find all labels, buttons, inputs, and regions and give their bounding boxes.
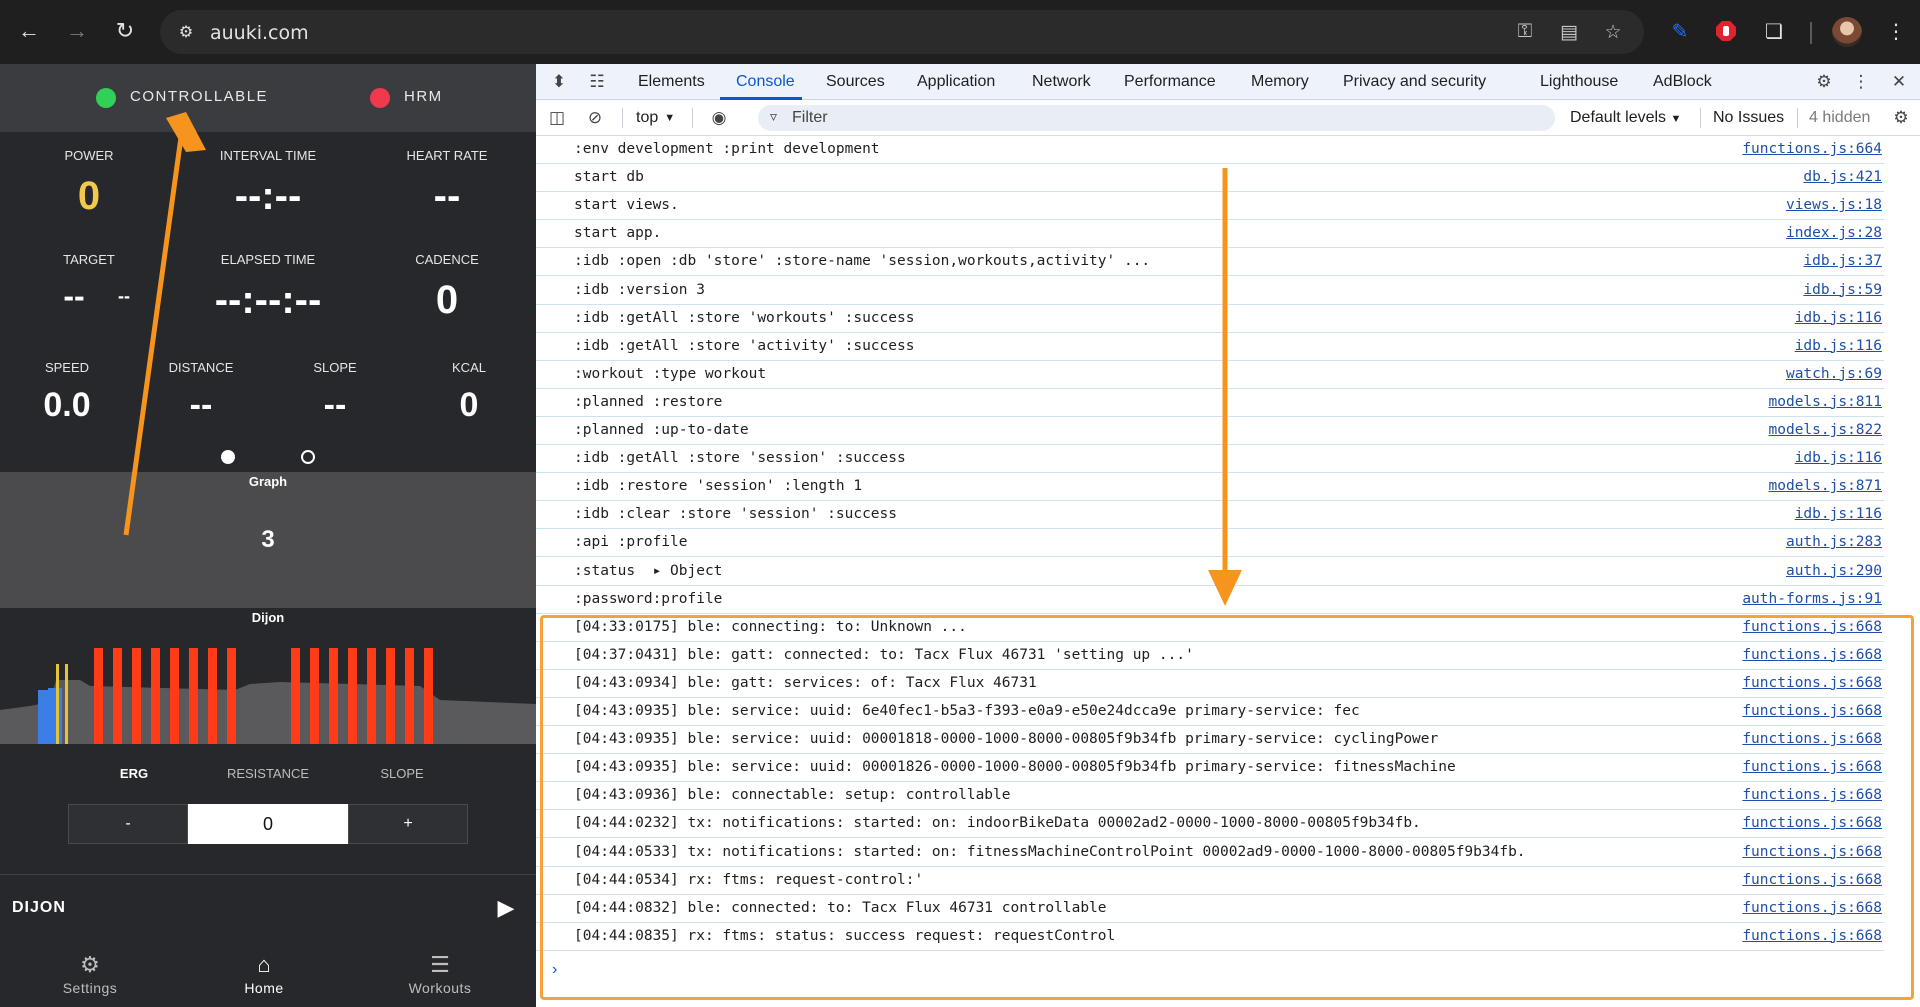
arrow-head-up — [166, 112, 206, 152]
annotation-overlay — [123, 112, 1242, 606]
arrow-to-controllable — [123, 129, 185, 536]
arrow-head-down — [1208, 570, 1242, 606]
